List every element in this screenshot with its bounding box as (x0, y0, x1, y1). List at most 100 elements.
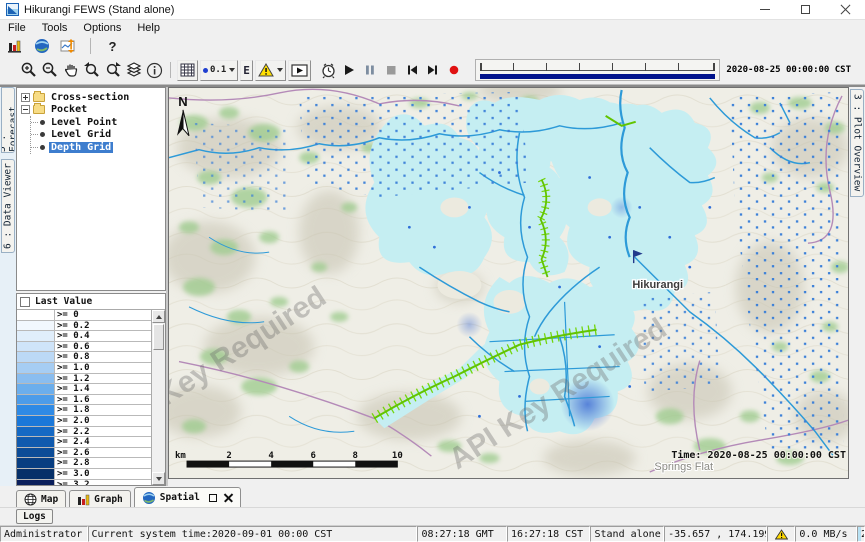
legend-swatch (17, 437, 55, 447)
tree-node-label: Cross-section (49, 92, 131, 103)
menu-options[interactable]: Options (75, 21, 129, 35)
map-toolbar: 0.1 E (0, 56, 865, 85)
legend-scrollbar[interactable] (152, 310, 165, 485)
time-slider[interactable] (475, 59, 720, 81)
wire-globe-icon (24, 493, 37, 506)
pause-button[interactable] (360, 60, 381, 80)
legend-row: >= 2.0 (17, 416, 151, 427)
warning-icon (258, 63, 274, 77)
legend-row: >= 1.4 (17, 384, 151, 395)
tab-map[interactable]: Map (16, 490, 66, 507)
play-button[interactable] (339, 60, 360, 80)
legend-row: >= 0.2 (17, 321, 151, 332)
labels-toggle-button[interactable]: E (240, 60, 253, 81)
tab-plot-overview[interactable]: 3 : Plot Overview (850, 89, 864, 197)
legend-swatch (17, 342, 55, 352)
record-button[interactable] (444, 60, 465, 80)
zoom-previous-icon[interactable] (81, 60, 102, 80)
layers-icon[interactable] (123, 60, 144, 80)
scroll-up-icon[interactable] (152, 310, 165, 323)
map-panel: API Key Required API Key Required Hikura… (168, 87, 849, 486)
legend-swatch (17, 321, 55, 331)
menu-help[interactable]: Help (129, 21, 168, 35)
maximize-button[interactable] (785, 0, 825, 19)
status-mode: Stand alone (590, 526, 664, 542)
tree-node-depth-grid[interactable]: Depth Grid (31, 141, 165, 154)
main-toolbar: ? (0, 36, 865, 56)
last-value-label: Last Value (35, 296, 92, 307)
legend-row: >= 2.6 (17, 448, 151, 459)
legend-row: >= 1.2 (17, 374, 151, 385)
legend-row: >= 2.2 (17, 427, 151, 438)
info-icon[interactable] (144, 60, 165, 80)
left-tab-strip: 5 : Forecast 6 : Data Viewer (0, 87, 16, 486)
step-forward-button[interactable] (423, 60, 444, 80)
legend-row: >= 2.8 (17, 458, 151, 469)
timeseries-edit-icon[interactable] (58, 36, 79, 56)
legend-swatch (17, 310, 55, 320)
grid-display-button[interactable] (177, 60, 198, 81)
town-label: Hikurangi (632, 279, 683, 291)
tree-node-label: Pocket (49, 104, 89, 115)
tree-node-cross-section[interactable]: Cross-section (21, 91, 165, 104)
title-bar: Hikurangi FEWS (Stand alone) (0, 0, 865, 20)
status-throughput: 0.0 MB/s (795, 526, 857, 542)
tab-graph-label: Graph (94, 494, 123, 505)
menu-tools[interactable]: Tools (34, 21, 76, 35)
toolbar-separator (90, 38, 91, 54)
panel-maximize-icon[interactable] (209, 494, 217, 502)
time-slider-range-bar (480, 74, 715, 79)
close-button[interactable] (825, 0, 865, 19)
panel-close-icon[interactable] (224, 493, 233, 502)
explorer-barchart-icon[interactable] (4, 36, 25, 56)
scroll-down-icon[interactable] (152, 472, 165, 485)
toolbar-separator (170, 62, 171, 78)
tab-spatial[interactable]: Spatial (134, 487, 241, 507)
svg-text:6: 6 (311, 451, 316, 461)
legend-row: >= 2.4 (17, 437, 151, 448)
legend-row: >= 0 (17, 310, 151, 321)
animation-panel-button[interactable] (288, 60, 311, 81)
tab-forecast[interactable]: 5 : Forecast (1, 87, 15, 153)
legend-panel: Last Value >= 0 >= 0.2 >= 0.4 >= 0.6 >= … (16, 293, 166, 486)
pan-hand-icon[interactable] (60, 60, 81, 80)
status-gmt-time: 08:27:18 GMT (417, 526, 506, 542)
tab-spatial-label: Spatial (160, 492, 200, 503)
zoom-out-icon[interactable] (39, 60, 60, 80)
maximize-icon (801, 5, 810, 14)
warnings-dropdown[interactable] (255, 60, 286, 81)
classification-value: 0.1 (210, 65, 226, 75)
status-warning[interactable] (767, 526, 795, 542)
tree-node-level-point[interactable]: Level Point (31, 116, 165, 129)
collapse-minus-icon[interactable] (21, 105, 30, 114)
globe-icon[interactable] (31, 36, 52, 56)
tree-node-pocket[interactable]: Pocket (21, 104, 165, 117)
minimize-icon (760, 9, 770, 10)
classification-value-dropdown[interactable]: 0.1 (200, 60, 238, 81)
tree-node-level-grid[interactable]: Level Grid (31, 129, 165, 142)
status-system-time: Current system time:2020-09-01 00:00 CST (88, 526, 418, 542)
legend-row: >= 1.8 (17, 405, 151, 416)
zoom-next-icon[interactable] (102, 60, 123, 80)
tab-data-viewer[interactable]: 6 : Data Viewer (1, 159, 15, 253)
menu-file[interactable]: File (0, 21, 34, 35)
step-back-button[interactable] (402, 60, 423, 80)
expand-plus-icon[interactable] (21, 93, 30, 102)
legend-swatch (17, 331, 55, 341)
last-value-checkbox[interactable] (20, 297, 30, 307)
map-canvas[interactable]: API Key Required API Key Required Hikura… (169, 88, 848, 478)
legend-row: >= 0.6 (17, 342, 151, 353)
stop-button[interactable] (381, 60, 402, 80)
legend-table: >= 0 >= 0.2 >= 0.4 >= 0.6 >= 0.8 >= 1.0 … (17, 310, 152, 485)
minimize-button[interactable] (745, 0, 785, 19)
legend-row: >= 0.4 (17, 331, 151, 342)
scrollbar-thumb[interactable] (153, 324, 164, 350)
help-button[interactable]: ? (102, 36, 123, 56)
locality-label: Springs Flat (654, 461, 713, 473)
animation-timer-icon[interactable] (318, 60, 339, 80)
logs-button[interactable]: Logs (16, 509, 53, 524)
status-local-time: 16:27:18 CST (507, 526, 591, 542)
legend-swatch (17, 384, 55, 394)
zoom-in-icon[interactable] (18, 60, 39, 80)
tab-graph[interactable]: Graph (69, 490, 131, 507)
